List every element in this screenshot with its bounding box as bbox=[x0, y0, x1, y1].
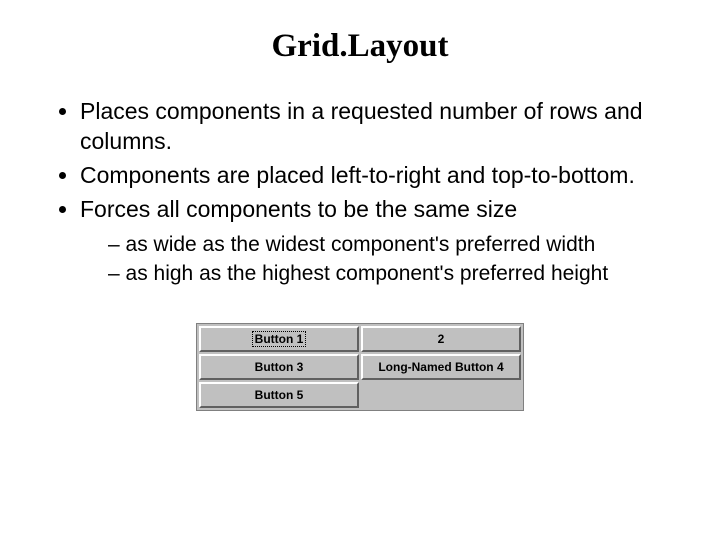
slide: Grid.Layout Places components in a reque… bbox=[0, 0, 720, 540]
demo-button-1[interactable]: Button 1 bbox=[199, 326, 359, 352]
button-label: 2 bbox=[438, 332, 445, 346]
demo-panel: Button 1 2 Button 3 Long-Named Button 4 … bbox=[196, 323, 524, 411]
slide-title: Grid.Layout bbox=[50, 28, 670, 65]
demo-button-3[interactable]: Button 3 bbox=[199, 354, 359, 380]
sub-bullet-item: as high as the highest component's prefe… bbox=[108, 260, 670, 287]
bullet-text: Forces all components to be the same siz… bbox=[80, 196, 517, 222]
sub-bullet-item: as wide as the widest component's prefer… bbox=[108, 231, 670, 258]
sub-bullet-list: as wide as the widest component's prefer… bbox=[80, 231, 670, 288]
gridlayout-demo: Button 1 2 Button 3 Long-Named Button 4 … bbox=[50, 323, 670, 411]
button-label: Long-Named Button 4 bbox=[378, 360, 503, 374]
button-label: Button 1 bbox=[252, 331, 307, 347]
bullet-list: Places components in a requested number … bbox=[50, 97, 670, 287]
bullet-item: Places components in a requested number … bbox=[80, 97, 670, 157]
button-label: Button 3 bbox=[255, 360, 304, 374]
demo-button-2[interactable]: 2 bbox=[361, 326, 521, 352]
demo-button-4[interactable]: Long-Named Button 4 bbox=[361, 354, 521, 380]
button-label: Button 5 bbox=[255, 388, 304, 402]
demo-button-5[interactable]: Button 5 bbox=[199, 382, 359, 408]
bullet-item: Forces all components to be the same siz… bbox=[80, 195, 670, 287]
bullet-item: Components are placed left-to-right and … bbox=[80, 161, 670, 191]
